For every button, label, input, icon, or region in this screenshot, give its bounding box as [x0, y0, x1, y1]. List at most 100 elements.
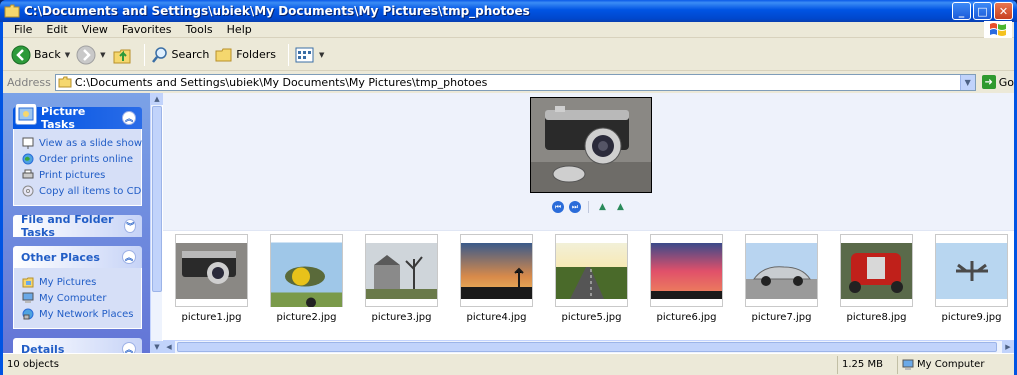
- address-label: Address: [7, 75, 51, 89]
- folders-label: Folders: [236, 48, 277, 61]
- scroll-left-icon[interactable]: ◀: [163, 341, 175, 353]
- collapse-chevron-icon[interactable]: ︽: [122, 111, 136, 125]
- search-button[interactable]: Search: [151, 46, 209, 64]
- place-label: My Pictures: [39, 276, 97, 288]
- thumbnail-item[interactable]: picture8.jpg: [840, 234, 913, 323]
- menu-favorites[interactable]: Favorites: [115, 23, 179, 36]
- place-label: My Computer: [39, 292, 107, 304]
- previous-image-icon[interactable]: ⏮: [552, 201, 564, 213]
- forward-dropdown-icon[interactable]: ▼: [100, 51, 105, 59]
- windows-logo-icon: [984, 21, 1012, 38]
- menu-edit[interactable]: Edit: [39, 23, 74, 36]
- details-header[interactable]: Details ︽: [13, 338, 142, 353]
- task-label: View as a slide show: [39, 137, 143, 149]
- details-panel: Details ︽: [13, 338, 142, 353]
- thumbnail-frame: [365, 234, 438, 307]
- menu-file[interactable]: File: [7, 23, 39, 36]
- rotate-clockwise-icon[interactable]: ▲: [596, 202, 609, 212]
- window-title: C:\Documents and Settings\ubiek\My Docum…: [24, 4, 530, 18]
- thumbnail-item[interactable]: picture6.jpg: [650, 234, 723, 323]
- status-location-label: My Computer: [917, 359, 985, 370]
- up-folder-icon: [113, 49, 130, 63]
- title-bar[interactable]: C:\Documents and Settings\ubiek\My Docum…: [0, 0, 1017, 22]
- folders-button[interactable]: Folders: [215, 46, 276, 64]
- thumbnail-item[interactable]: picture9.jpg: [935, 234, 1008, 323]
- thumbnail-frame: [650, 234, 723, 307]
- thumbnail-item[interactable]: picture2.jpg: [270, 234, 343, 323]
- thumbnail-item[interactable]: picture1.jpg: [175, 234, 248, 323]
- my-pictures-icon: [22, 277, 34, 288]
- other-places-panel: Other Places ︽ My Pictures My Computer M…: [13, 246, 142, 329]
- minimize-button[interactable]: _: [952, 2, 971, 20]
- collapse-chevron-icon[interactable]: ︽: [122, 342, 136, 353]
- go-arrow-icon: ➜: [981, 75, 996, 89]
- thumbnail-frame: [175, 234, 248, 307]
- status-location: My Computer: [898, 356, 1014, 374]
- toolbar: Back ▼ ▼ Search Folders ▼: [3, 39, 1014, 71]
- scroll-right-icon[interactable]: ▶: [1002, 341, 1014, 353]
- thumbnail-item[interactable]: picture5.jpg: [555, 234, 628, 323]
- back-button[interactable]: Back ▼: [11, 45, 70, 65]
- task-label: Order prints online: [39, 153, 133, 165]
- scroll-thumb[interactable]: [152, 106, 162, 292]
- details-title: Details: [21, 342, 65, 354]
- computer-icon: [22, 292, 34, 303]
- picture-tasks-title: Picture Tasks: [41, 105, 86, 131]
- thumbnail-name: picture7.jpg: [751, 312, 812, 323]
- expand-chevron-icon[interactable]: ︾: [124, 219, 136, 233]
- menu-help[interactable]: Help: [220, 23, 259, 36]
- place-my-network-places[interactable]: My Network Places: [22, 306, 135, 322]
- task-order-prints[interactable]: Order prints online: [22, 151, 135, 167]
- window-frame: File Edit View Favorites Tools Help Back…: [3, 21, 1014, 375]
- thumbnail-image: [841, 242, 912, 299]
- thumbnail-frame: [935, 234, 1008, 307]
- address-value: C:\Documents and Settings\ubiek\My Docum…: [74, 75, 488, 89]
- task-copy-to-cd[interactable]: Copy all items to CD: [22, 183, 141, 199]
- menu-view[interactable]: View: [75, 23, 115, 36]
- close-button[interactable]: ✕: [994, 2, 1013, 20]
- task-slide-show[interactable]: View as a slide show: [22, 135, 142, 151]
- filmstrip-scrollbar[interactable]: ◀ ▶: [163, 340, 1014, 353]
- views-dropdown-icon[interactable]: ▼: [319, 51, 324, 59]
- go-button[interactable]: ➜ Go: [981, 75, 1014, 89]
- thumbnail-frame: [555, 234, 628, 307]
- task-label: Print pictures: [39, 169, 106, 181]
- menu-tools[interactable]: Tools: [179, 23, 220, 36]
- folder-icon: [4, 4, 20, 18]
- collapse-chevron-icon[interactable]: ︽: [122, 250, 136, 264]
- thumbnail-item[interactable]: picture7.jpg: [745, 234, 818, 323]
- preview-image[interactable]: [530, 97, 652, 193]
- thumbnail-name: picture3.jpg: [371, 312, 432, 323]
- thumbnail-frame: [270, 234, 343, 307]
- back-dropdown-icon[interactable]: ▼: [65, 51, 70, 59]
- views-button[interactable]: ▼: [295, 46, 324, 64]
- thumbnail-image: [176, 242, 247, 299]
- thumbnail-item[interactable]: picture3.jpg: [365, 234, 438, 323]
- other-places-body: My Pictures My Computer My Network Place…: [13, 268, 142, 329]
- place-my-computer[interactable]: My Computer: [22, 290, 135, 306]
- thumbnail-name: picture6.jpg: [656, 312, 717, 323]
- file-folder-tasks-panel: File and Folder Tasks ︾: [13, 213, 142, 239]
- next-image-icon[interactable]: ⏭: [569, 201, 581, 213]
- up-folder-button[interactable]: [112, 45, 132, 65]
- rotate-counterclockwise-icon[interactable]: ▲: [614, 202, 627, 212]
- preview-area: ⏮ ⏭ ▲ ▲: [163, 93, 1014, 230]
- task-pane-scrollbar[interactable]: ▲ ▼: [150, 93, 163, 353]
- other-places-header[interactable]: Other Places ︽: [13, 246, 142, 268]
- forward-button[interactable]: ▼: [76, 45, 106, 65]
- place-my-pictures[interactable]: My Pictures: [22, 274, 135, 290]
- address-field[interactable]: C:\Documents and Settings\ubiek\My Docum…: [54, 73, 976, 91]
- scroll-up-icon[interactable]: ▲: [151, 93, 163, 105]
- content-area: Picture Tasks ︽ View as a slide show Ord…: [3, 93, 1014, 353]
- address-dropdown-icon[interactable]: ▼: [959, 74, 975, 90]
- thumbnail-image: [936, 242, 1007, 299]
- scroll-thumb[interactable]: [177, 342, 997, 352]
- maximize-button[interactable]: □: [973, 2, 992, 20]
- scroll-down-icon[interactable]: ▼: [151, 341, 163, 353]
- file-folder-tasks-header[interactable]: File and Folder Tasks ︾: [13, 213, 142, 239]
- task-print-pictures[interactable]: Print pictures: [22, 167, 135, 183]
- filmstrip-view: ⏮ ⏭ ▲ ▲ picture1.jpg picture2.jpg pictur…: [163, 93, 1014, 340]
- thumbnail-name: picture5.jpg: [561, 312, 622, 323]
- thumbnail-item[interactable]: picture4.jpg: [460, 234, 533, 323]
- preview-controls: ⏮ ⏭ ▲ ▲: [552, 201, 627, 213]
